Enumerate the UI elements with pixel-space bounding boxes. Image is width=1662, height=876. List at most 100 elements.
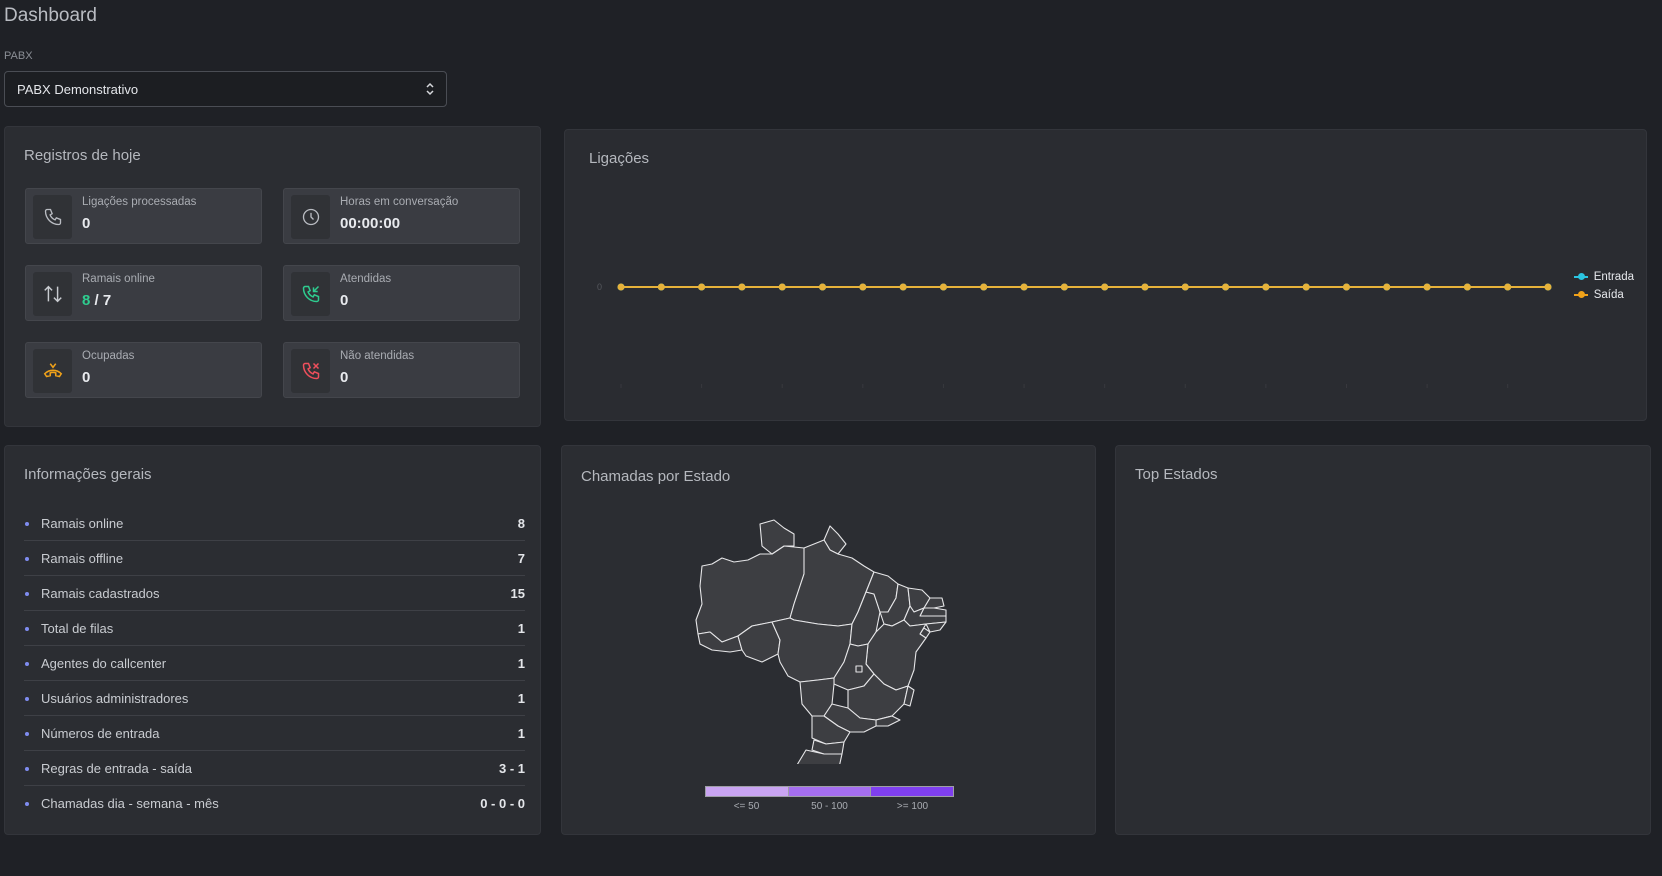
data-point[interactable] bbox=[939, 283, 947, 291]
arrows-up-down-icon bbox=[33, 272, 72, 316]
list-item: Ramais cadastrados 15 bbox=[24, 576, 525, 611]
data-point[interactable] bbox=[1423, 283, 1431, 291]
data-point[interactable] bbox=[980, 283, 988, 291]
info-value: 8 bbox=[517, 515, 525, 531]
data-point[interactable] bbox=[1383, 283, 1391, 291]
data-point[interactable] bbox=[778, 283, 786, 291]
data-point[interactable] bbox=[899, 283, 907, 291]
info-value: 1 bbox=[517, 690, 525, 706]
stat-label: Atendidas bbox=[340, 273, 392, 285]
list-item: Agentes do callcenter 1 bbox=[24, 646, 525, 681]
legend-label: Saída bbox=[1593, 289, 1624, 301]
stat-horas-conversacao: Horas em conversação 00:00:00 bbox=[283, 188, 520, 244]
data-point[interactable] bbox=[1342, 283, 1350, 291]
informacoes-card: Informações gerais Ramais online 8 Ramais… bbox=[4, 445, 541, 835]
info-value: 3 - 1 bbox=[498, 760, 525, 776]
data-point[interactable] bbox=[617, 283, 625, 291]
chart-legend: Entrada Saída bbox=[1573, 268, 1634, 304]
state-al bbox=[925, 621, 947, 633]
stat-ramais-online: Ramais online 8 / 7 bbox=[25, 265, 262, 321]
chevron-up-down-icon bbox=[426, 82, 434, 96]
data-point[interactable] bbox=[1544, 283, 1552, 291]
legend-saida[interactable]: Saída bbox=[1573, 286, 1634, 304]
data-point[interactable] bbox=[657, 283, 665, 291]
legend-entrada-swatch bbox=[1573, 273, 1588, 280]
data-point[interactable] bbox=[819, 283, 827, 291]
data-point[interactable] bbox=[1262, 283, 1270, 291]
data-point[interactable] bbox=[1463, 283, 1471, 291]
pabx-select-value: PABX Demonstrativo bbox=[17, 81, 139, 97]
stat-label: Ocupadas bbox=[82, 350, 135, 362]
list-item: Ramais online 8 bbox=[24, 506, 525, 541]
pabx-label: PABX bbox=[4, 50, 33, 62]
list-item: Números de entrada 1 bbox=[24, 716, 525, 751]
stat-value: 0 bbox=[340, 369, 349, 386]
info-value: 0 - 0 - 0 bbox=[480, 796, 525, 811]
stat-value: 0 bbox=[82, 215, 91, 232]
ramais-separator: / bbox=[90, 292, 103, 309]
ramais-total-count: 7 bbox=[102, 292, 112, 309]
list-item: Chamadas dia - semana - mês 0 - 0 - 0 bbox=[24, 786, 525, 821]
stat-atendidas: Atendidas 0 bbox=[283, 265, 520, 321]
chamadas-estado-title: Chamadas por Estado bbox=[581, 468, 731, 485]
data-point[interactable] bbox=[1101, 283, 1109, 291]
scale-segment-low bbox=[706, 787, 789, 796]
busy-phone-icon bbox=[33, 349, 72, 393]
scale-label: 50 - 100 bbox=[811, 801, 848, 812]
data-point[interactable] bbox=[1060, 283, 1068, 291]
info-label: Ramais cadastrados bbox=[41, 585, 160, 601]
ligacoes-card: Ligações 0 Entrada Saída bbox=[564, 129, 1647, 421]
missed-call-icon bbox=[291, 349, 330, 393]
info-value: 1 bbox=[517, 655, 525, 671]
info-label: Agentes do callcenter bbox=[41, 655, 167, 671]
data-point[interactable] bbox=[1302, 283, 1310, 291]
stat-ocupadas: Ocupadas 0 bbox=[25, 342, 262, 398]
incoming-call-icon bbox=[291, 272, 330, 316]
data-point[interactable] bbox=[1181, 283, 1189, 291]
stat-value: 0 bbox=[82, 369, 91, 386]
registros-title: Registros de hoje bbox=[24, 147, 141, 164]
list-item: Total de filas 1 bbox=[24, 611, 525, 646]
scale-label: >= 100 bbox=[896, 801, 929, 812]
stat-value: 00:00:00 bbox=[340, 215, 401, 232]
pabx-select[interactable]: PABX Demonstrativo bbox=[4, 71, 447, 107]
info-list: Ramais online 8 Ramais offline 7 Ramais ca… bbox=[24, 506, 525, 821]
legend-label: Entrada bbox=[1593, 271, 1634, 283]
data-point[interactable] bbox=[1141, 283, 1149, 291]
stat-nao-atendidas: Não atendidas 0 bbox=[283, 342, 520, 398]
info-value: 7 bbox=[517, 550, 525, 566]
info-label: Regras de entrada - saída bbox=[41, 760, 193, 776]
data-point[interactable] bbox=[738, 283, 746, 291]
clock-icon bbox=[291, 195, 330, 239]
stat-ligacoes-processadas: Ligações processadas 0 bbox=[25, 188, 262, 244]
chamadas-estado-card: Chamadas por Estado <= 50 50 - 100 >= 10… bbox=[561, 445, 1096, 835]
data-point[interactable] bbox=[698, 283, 706, 291]
page-title: Dashboard bbox=[4, 5, 97, 26]
legend-entrada[interactable]: Entrada bbox=[1573, 268, 1634, 286]
info-label: Números de entrada bbox=[41, 725, 160, 741]
phone-icon bbox=[33, 195, 72, 239]
registros-card: Registros de hoje Ligações processadas 0… bbox=[4, 126, 541, 427]
top-estados-title: Top Estados bbox=[1135, 466, 1218, 483]
top-estados-card: Top Estados bbox=[1115, 445, 1651, 835]
info-label: Total de filas bbox=[41, 620, 114, 636]
info-value: 1 bbox=[517, 725, 525, 741]
y-tick-label: 0 bbox=[597, 282, 602, 292]
data-point[interactable] bbox=[859, 283, 867, 291]
stat-value: 0 bbox=[340, 292, 349, 309]
legend-saida-swatch bbox=[1573, 291, 1588, 298]
info-label: Usuários administradores bbox=[41, 690, 189, 706]
scale-segment-high bbox=[871, 787, 954, 796]
stat-value: 8 / 7 bbox=[82, 292, 111, 309]
data-point[interactable] bbox=[1222, 283, 1230, 291]
info-label: Ramais online bbox=[41, 515, 124, 531]
data-point[interactable] bbox=[1504, 283, 1512, 291]
informacoes-title: Informações gerais bbox=[24, 466, 152, 483]
ligacoes-chart: 0 bbox=[597, 282, 1552, 388]
info-label: Ramais offline bbox=[41, 550, 124, 566]
data-point[interactable] bbox=[1020, 283, 1028, 291]
stat-label: Horas em conversação bbox=[340, 196, 459, 208]
stat-label: Não atendidas bbox=[340, 350, 415, 362]
info-value: 1 bbox=[517, 620, 525, 636]
list-item: Ramais offline 7 bbox=[24, 541, 525, 576]
